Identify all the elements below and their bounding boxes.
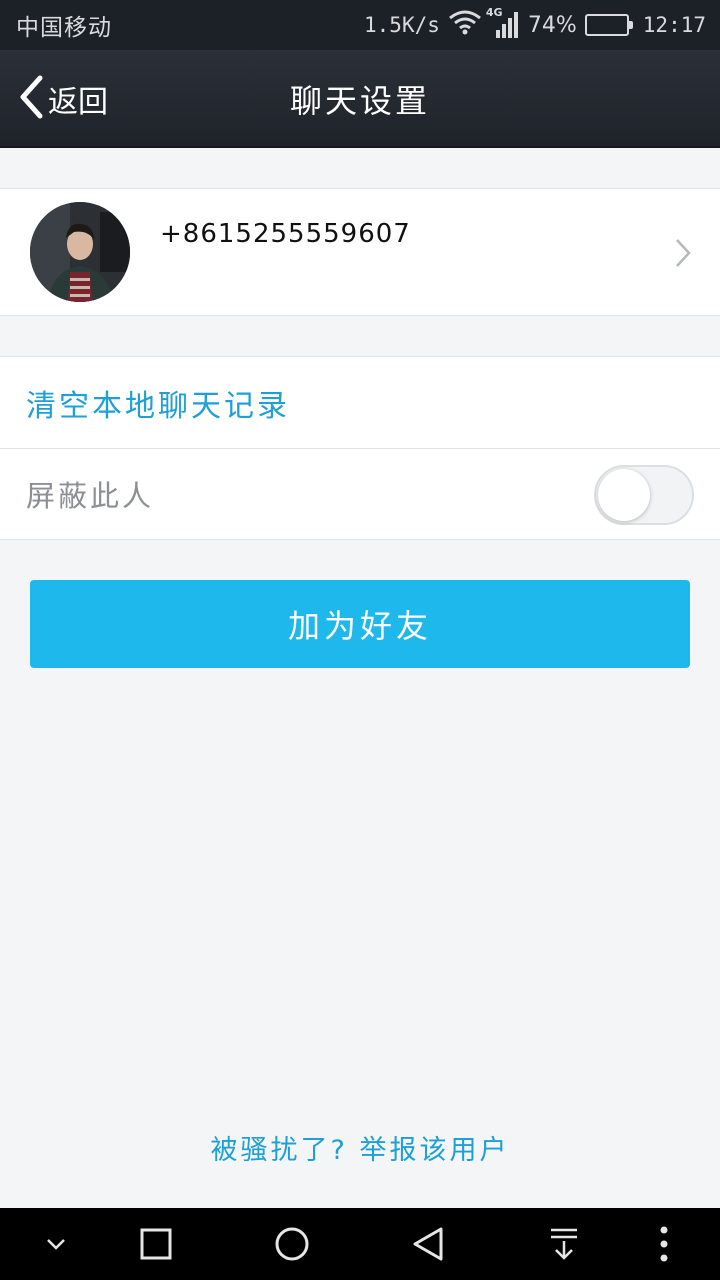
battery-icon [584,14,633,36]
settings-group: 清空本地聊天记录 屏蔽此人 [0,356,720,540]
back-icon[interactable] [398,1208,458,1280]
notification-pull-icon[interactable] [534,1208,594,1280]
navigation-bar [0,1208,720,1280]
back-button[interactable]: 返回 [18,72,108,126]
wifi-icon [448,9,482,41]
phone-number: +8615255559607 [160,219,411,249]
avatar[interactable] [30,202,130,302]
block-label: 屏蔽此人 [26,479,155,513]
chevron-down-icon[interactable] [26,1208,86,1280]
block-row: 屏蔽此人 [0,448,720,539]
back-label: 返回 [48,85,108,120]
more-icon[interactable] [634,1208,694,1280]
clear-history-row[interactable]: 清空本地聊天记录 [0,357,720,448]
clock: 12:17 [642,13,706,37]
profile-row[interactable]: +8615255559607 [0,188,720,316]
title-bar: 聊天设置 返回 [0,50,720,148]
network-speed: 1.5K/s [364,13,440,37]
chevron-right-icon [674,237,692,273]
block-toggle[interactable] [594,465,694,525]
clear-history-button[interactable]: 清空本地聊天记录 [26,381,290,425]
carrier-name: 中国移动 [16,15,112,41]
report-user-link[interactable]: 被骚扰了? 举报该用户 [0,1128,720,1167]
toggle-knob [598,469,650,521]
status-indicators: 1.5K/s 4G 74% 12:17 [364,6,706,41]
status-bar: 中国移动 1.5K/s 4G 74% 12:17 [0,0,720,50]
recents-icon[interactable] [126,1208,186,1280]
chevron-left-icon [18,75,44,123]
page-title: 聊天设置 [289,82,430,120]
add-friend-button[interactable]: 加为好友 [30,580,690,668]
battery-percent: 74% [527,12,577,38]
home-icon[interactable] [262,1208,322,1280]
signal-icon: 4G [486,6,520,40]
